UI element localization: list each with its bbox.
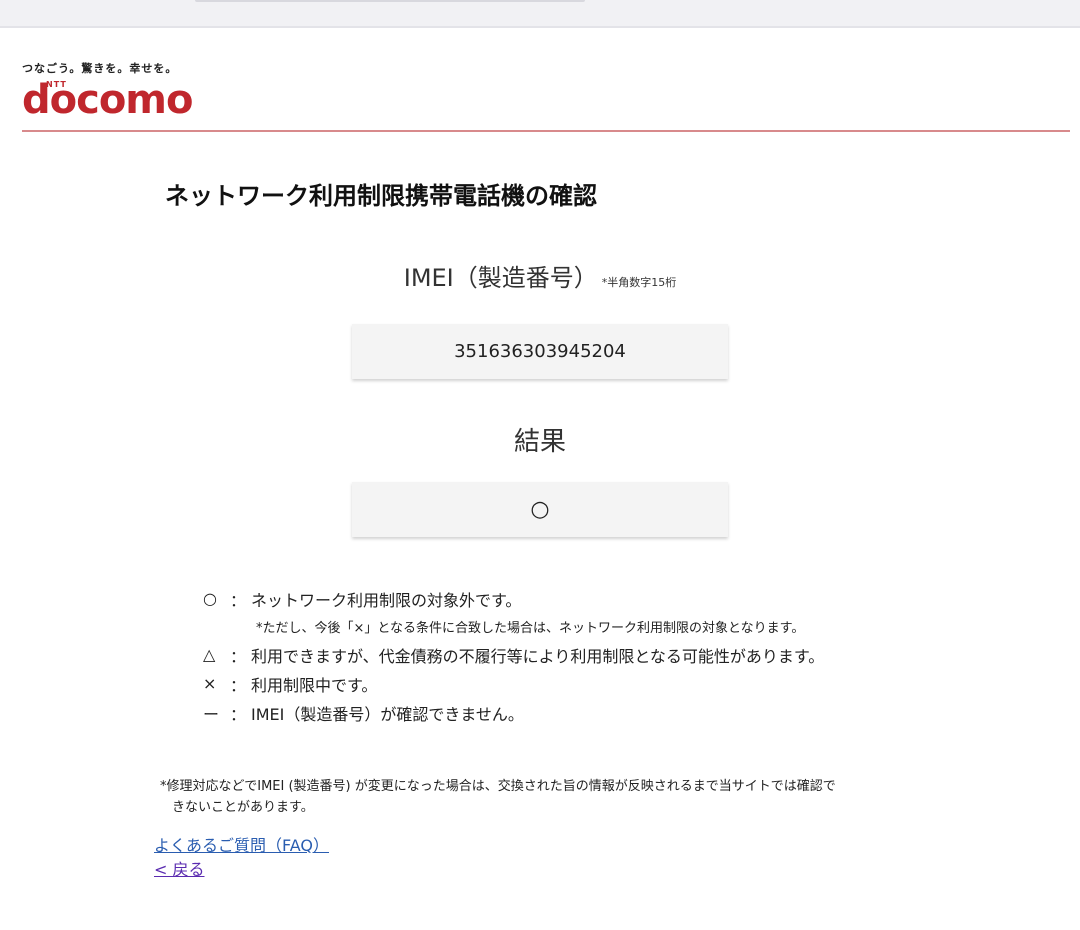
legend-colon: ： <box>229 704 246 724</box>
result-label: 結果 <box>513 427 566 457</box>
legend-text: 利用できますが、代金債務の不履行等により利用制限となる可能性があります。 <box>251 646 825 666</box>
legend-text: 利用制限中です。 <box>251 675 378 695</box>
legend-text: ネットワーク利用制限の対象外です。 <box>251 590 522 610</box>
browser-top-bar <box>0 0 1080 28</box>
imei-format-note: *半角数字15桁 <box>601 276 677 289</box>
page-title: ネットワーク利用制限携帯電話機の確認 <box>165 182 597 210</box>
result-value-field: ○ <box>352 482 728 537</box>
site-header: つなごう。驚きを。幸せを。 docomo NTT <box>22 60 193 120</box>
faq-link[interactable]: よくあるご質問（FAQ） <box>154 832 329 856</box>
result-legend: ○ ： ネットワーク利用制限の対象外です。 *ただし、今後「×」となる条件に合致… <box>203 584 824 727</box>
imei-value-field[interactable]: 351636303945204 <box>352 324 728 379</box>
cross-symbol: × <box>203 674 217 693</box>
legend-item-unknown: ー ： IMEI（製造番号）が確認できません。 <box>203 698 824 727</box>
legend-colon: ： <box>229 675 246 695</box>
address-bar-edge[interactable] <box>195 0 585 2</box>
legend-item-may-be-restricted: △ ： 利用できますが、代金債務の不履行等により利用制限となる可能性があります。 <box>203 640 824 669</box>
docomo-logo[interactable]: docomo NTT <box>22 80 193 120</box>
imei-label: IMEI（製造番号） *半角数字15桁 <box>0 258 1080 293</box>
imei-change-footnote: *修理対応などでIMEI (製造番号) が変更になった場合は、交換された旨の情報… <box>160 776 940 818</box>
dash-symbol: ー <box>203 704 220 724</box>
back-link[interactable]: < 戻る <box>154 856 205 880</box>
triangle-symbol: △ <box>203 645 216 664</box>
imei-label-text: IMEI（製造番号） <box>403 264 598 292</box>
legend-text: IMEI（製造番号）が確認できません。 <box>251 704 524 724</box>
legend-item-restricted: × ： 利用制限中です。 <box>203 669 824 698</box>
header-divider <box>22 130 1070 132</box>
legend-item-not-restricted: ○ ： ネットワーク利用制限の対象外です。 <box>203 584 824 613</box>
circle-symbol: ○ <box>203 589 217 608</box>
brand-tagline: つなごう。驚きを。幸せを。 <box>22 62 178 75</box>
logo-ntt-mark: NTT <box>46 80 67 89</box>
legend-subnote: *ただし、今後「×」となる条件に合致した場合は、ネットワーク利用制限の対象となり… <box>256 621 805 636</box>
legend-colon: ： <box>229 590 246 610</box>
footnote-line-2: きないことがあります。 <box>172 800 314 815</box>
legend-colon: ： <box>229 646 246 666</box>
footnote-line-1: *修理対応などでIMEI (製造番号) が変更になった場合は、交換された旨の情報… <box>160 779 836 794</box>
